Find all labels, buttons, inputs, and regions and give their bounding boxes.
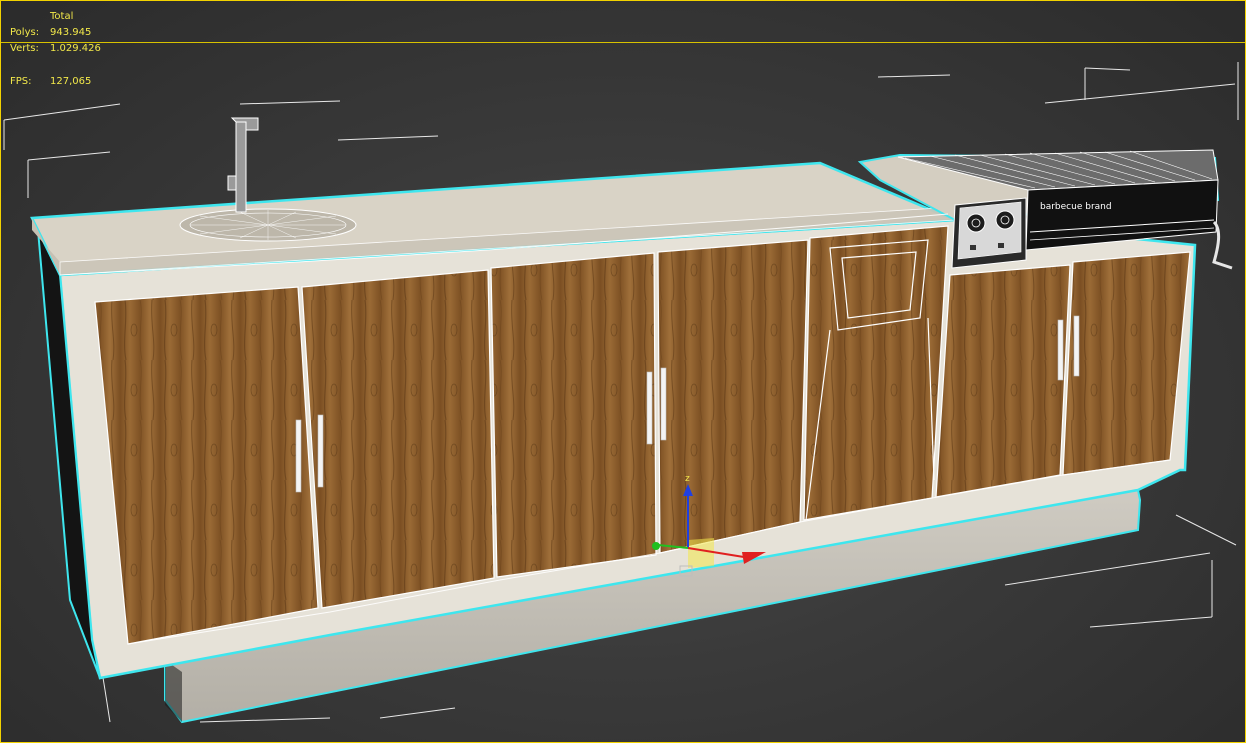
stats-separator-line — [0, 42, 1246, 43]
door-6 — [935, 264, 1071, 498]
door-1 — [94, 286, 319, 645]
door-4 — [657, 239, 809, 554]
door-7 — [1062, 251, 1191, 476]
perspective-viewport[interactable]: barbecue brand z Total Polys: 943.945 Ve… — [0, 0, 1246, 743]
faucet — [227, 117, 259, 213]
gizmo-y-handle-icon — [652, 542, 660, 550]
knob-left-icon[interactable] — [966, 213, 986, 233]
stats-polys-label: Polys: — [10, 27, 40, 38]
door-3 — [490, 252, 657, 578]
stats-verts-value: 1.029.426 — [50, 43, 101, 54]
gizmo-z-label: z — [685, 474, 690, 484]
stats-fps-label: FPS: — [10, 76, 32, 87]
stats-header: Total — [50, 11, 74, 22]
grill-brand-text: barbecue brand — [1040, 202, 1112, 212]
stats-verts-label: Verts: — [10, 43, 39, 54]
sink — [179, 208, 357, 242]
stats-polys-value: 943.945 — [50, 27, 92, 38]
grill-control-panel — [951, 197, 1027, 269]
scene-canvas[interactable]: barbecue brand z — [0, 0, 1246, 743]
stats-fps-value: 127,065 — [50, 76, 92, 87]
knob-right-icon[interactable] — [995, 210, 1015, 230]
door-5 — [803, 225, 949, 521]
door-2 — [301, 269, 495, 609]
gizmo-plane-xy — [688, 538, 714, 568]
